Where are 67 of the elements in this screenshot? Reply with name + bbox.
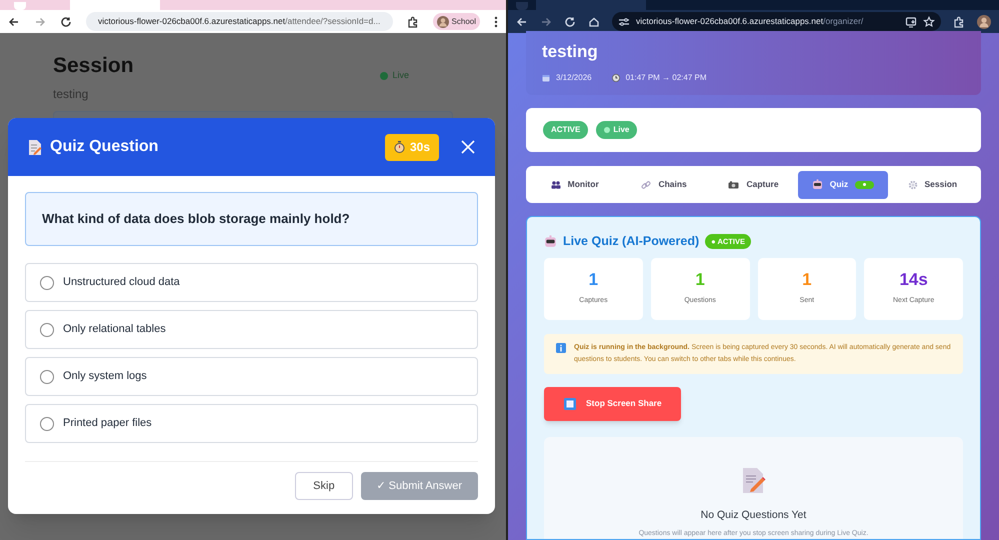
answer-option[interactable]: Only system logs — [25, 357, 478, 396]
radio-button[interactable] — [40, 322, 54, 336]
status-badge: ACTIVE — [543, 121, 588, 139]
url-text: victorious-flower-026cba00f.6.azurestaticapps.net/organizer/ — [636, 15, 864, 28]
document-pencil-icon — [28, 138, 42, 156]
tab[interactable]: Capture — [708, 170, 798, 198]
people-icon — [550, 180, 561, 188]
avatar-icon — [436, 16, 449, 28]
stat-value: 1 — [588, 271, 598, 289]
install-icon[interactable] — [905, 16, 917, 28]
profile-button[interactable]: School — [432, 13, 480, 30]
stop-icon — [564, 398, 576, 410]
session-date: 3/12/2026 — [556, 72, 592, 84]
stat-value: 1 — [695, 271, 705, 289]
status-badge: Live — [596, 121, 638, 139]
panel-title: Live Quiz (AI-Powered) — [563, 233, 700, 250]
running-indicator — [855, 180, 874, 188]
back-icon[interactable] — [8, 16, 20, 28]
tab[interactable]: Quiz — [798, 170, 888, 198]
menu-icon[interactable] — [494, 16, 498, 28]
page-subtitle: testing — [53, 86, 90, 103]
address-bar[interactable]: victorious-flower-026cba00f.6.azurestaticapps.net/attendee/?sessionId=d... — [86, 12, 393, 31]
radio-button[interactable] — [40, 370, 54, 384]
extensions-icon[interactable] — [406, 16, 419, 28]
answer-option[interactable]: Only relational tables — [25, 310, 478, 349]
document-pencil-icon — [742, 466, 766, 494]
tab[interactable]: Session — [888, 170, 978, 198]
address-bar[interactable]: victorious-flower-026cba00f.6.azurestaticapps.net/organizer/ — [612, 12, 941, 31]
session-title: testing — [542, 41, 599, 63]
answer-option[interactable]: Unstructured cloud data — [25, 263, 478, 302]
robot-icon — [812, 179, 823, 190]
bookmark-icon[interactable] — [923, 16, 935, 28]
option-label: Only system logs — [63, 369, 147, 384]
question-text: What kind of data does blob storage mainly hold? — [42, 210, 350, 228]
camera-icon — [728, 180, 740, 188]
timer-badge: 30s — [384, 134, 439, 160]
reload-icon[interactable] — [60, 16, 72, 28]
option-label: Unstructured cloud data — [63, 275, 180, 290]
session-time: 01:47 PM → 02:47 PM — [626, 72, 707, 84]
stat-value: 1 — [802, 271, 812, 289]
robot-icon — [544, 234, 557, 248]
option-label: Printed paper files — [63, 416, 152, 432]
site-settings-icon[interactable] — [618, 16, 630, 28]
page-title: Session — [53, 53, 134, 79]
skip-button[interactable]: Skip — [295, 472, 353, 500]
forward-icon[interactable] — [540, 16, 552, 28]
status-text: Live — [392, 69, 409, 82]
option-label: Only relational tables — [63, 322, 166, 338]
avatar-icon[interactable] — [977, 14, 991, 28]
calendar-icon — [542, 74, 550, 82]
radio-button[interactable] — [40, 276, 54, 290]
clock-icon — [612, 74, 620, 82]
close-icon[interactable] — [461, 140, 475, 154]
link-icon — [641, 180, 652, 190]
stopwatch-icon — [394, 141, 405, 153]
tab[interactable]: Chains — [619, 170, 709, 198]
empty-state-title: No Quiz Questions Yet — [700, 508, 806, 523]
stat-value: 14s — [899, 271, 928, 289]
url-text: victorious-flower-026cba00f.6.azurestaticapps.net/attendee/?sessionId=d... — [98, 15, 380, 28]
radio-button[interactable] — [40, 416, 54, 430]
home-icon[interactable] — [588, 16, 600, 28]
dialog-title: Quiz Question — [50, 137, 160, 157]
answer-option[interactable]: Printed paper files — [25, 404, 478, 443]
gear-icon — [908, 180, 918, 190]
info-icon — [556, 342, 566, 353]
extensions-icon[interactable] — [953, 16, 965, 28]
tab[interactable]: Monitor — [530, 170, 620, 198]
